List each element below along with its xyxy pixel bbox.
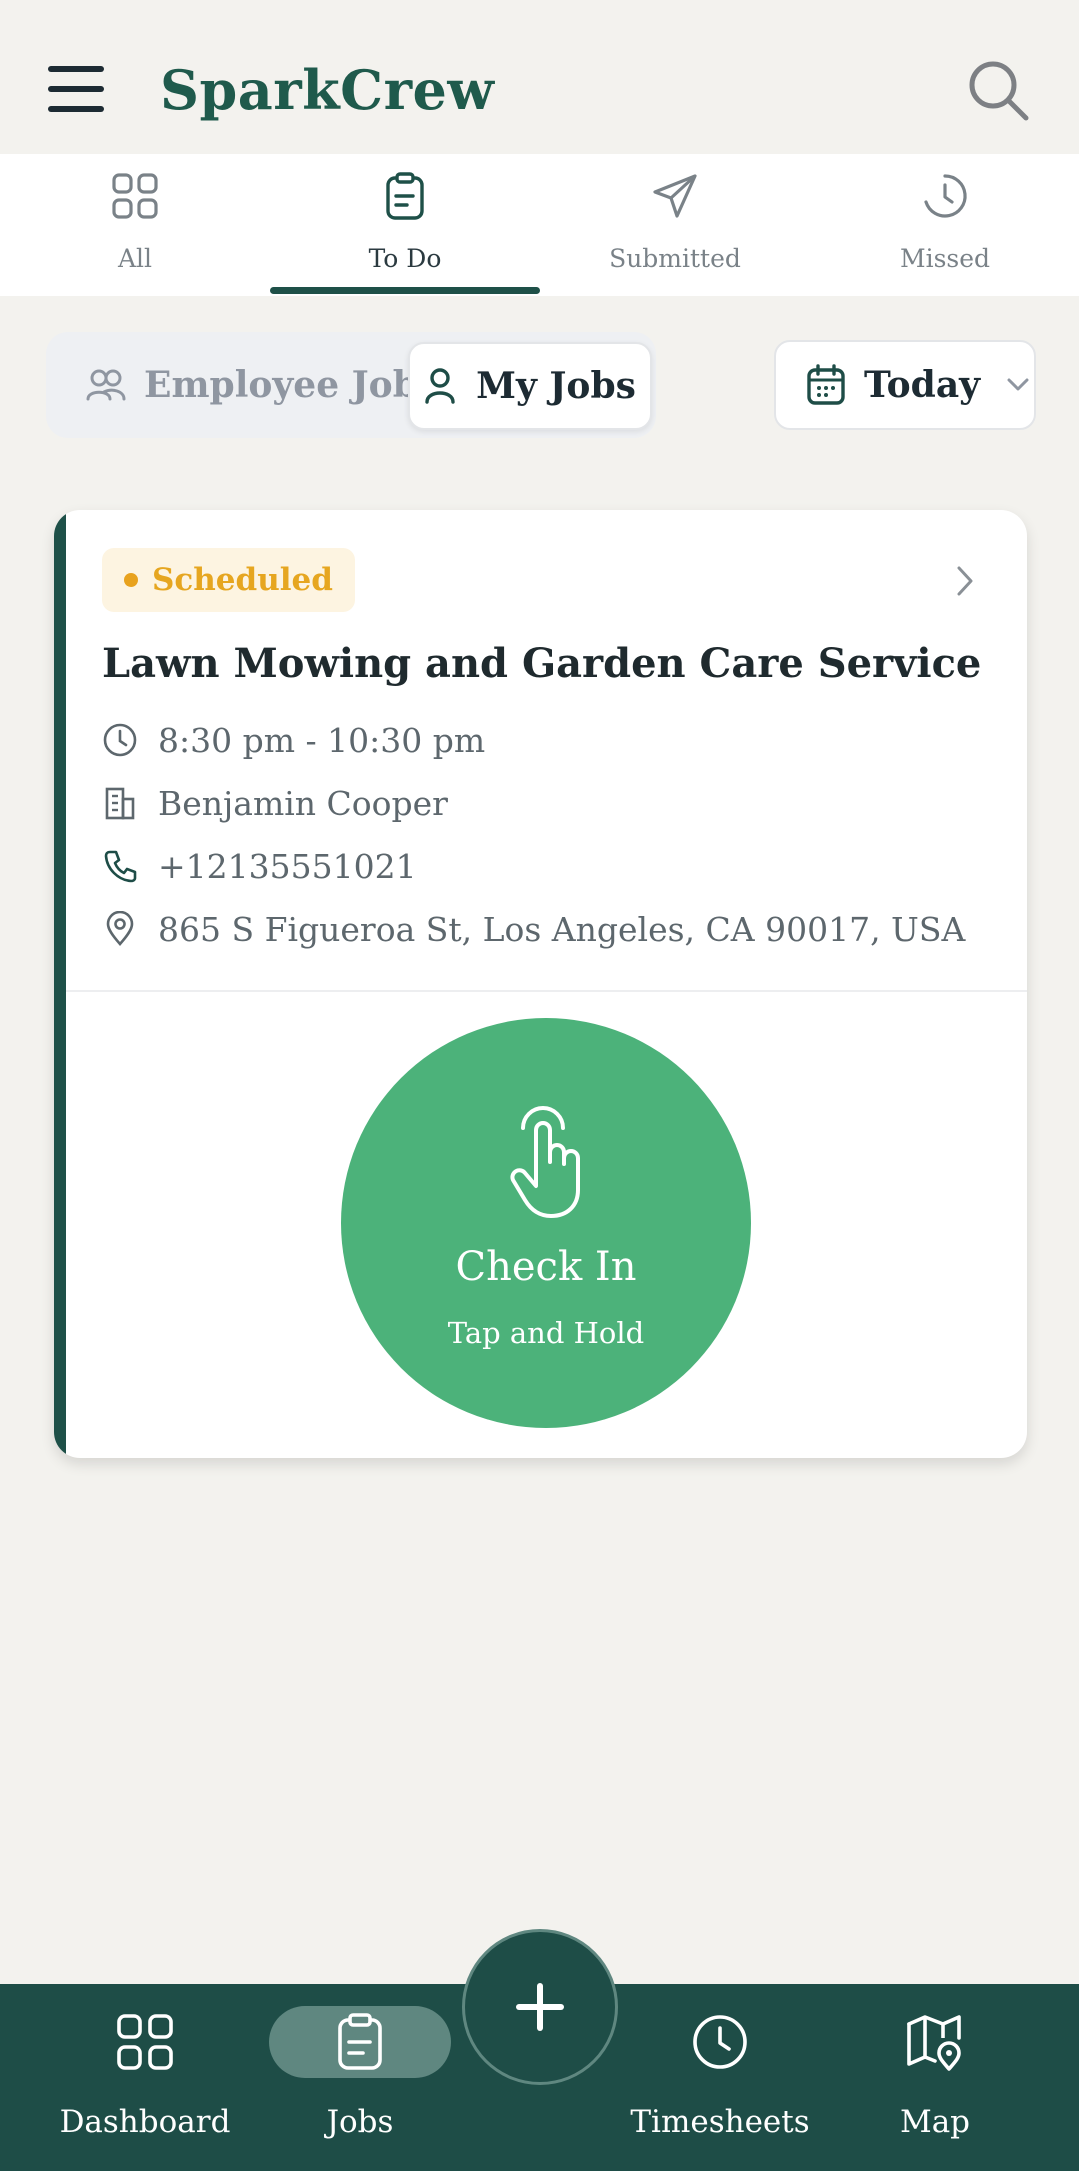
calendar-icon bbox=[807, 364, 845, 405]
nav-label: Dashboard bbox=[59, 2104, 231, 2140]
job-client-row: Benjamin Cooper bbox=[102, 781, 448, 825]
add-button[interactable] bbox=[462, 1929, 618, 2085]
job-title: Lawn Mowing and Garden Care Service bbox=[102, 640, 982, 687]
tab-label: Missed bbox=[899, 244, 991, 273]
phone-icon bbox=[104, 850, 137, 883]
nav-label: Map bbox=[899, 2104, 971, 2140]
nav-label: Timesheets bbox=[630, 2104, 810, 2140]
date-filter-dropdown[interactable]: Today bbox=[774, 340, 1036, 430]
check-in-button[interactable]: Check In Tap and Hold bbox=[341, 1018, 751, 1428]
job-client: Benjamin Cooper bbox=[158, 783, 448, 823]
tap-hand-icon bbox=[510, 1106, 580, 1218]
tab-missed[interactable]: Missed bbox=[810, 154, 1079, 296]
tab-all[interactable]: All bbox=[0, 154, 270, 296]
nav-label: Jobs bbox=[326, 2104, 394, 2140]
nav-item-map[interactable]: Map bbox=[850, 1984, 1020, 2171]
status-dot bbox=[124, 573, 138, 587]
nav-item-timesheets[interactable]: Timesheets bbox=[620, 1984, 820, 2171]
location-pin-icon bbox=[106, 911, 134, 946]
tab-label: Submitted bbox=[609, 244, 741, 273]
job-address: 865 S Figueroa St, Los Angeles, CA 90017… bbox=[158, 909, 966, 949]
nav-item-dashboard[interactable]: Dashboard bbox=[40, 1984, 250, 2171]
card-accent-bar bbox=[54, 510, 66, 1458]
app-header: SparkCrew bbox=[0, 0, 1079, 154]
job-card[interactable]: Scheduled Lawn Mowing and Garden Care Se… bbox=[54, 510, 1027, 1458]
tab-to-do[interactable]: To Do bbox=[270, 154, 540, 296]
date-filter-label: Today bbox=[864, 364, 981, 406]
card-divider bbox=[66, 990, 1027, 992]
hamburger-menu-icon[interactable] bbox=[48, 66, 104, 112]
user-icon bbox=[425, 368, 455, 404]
clipboard-icon bbox=[386, 172, 424, 220]
clock-icon bbox=[103, 723, 137, 757]
check-in-label: Check In bbox=[455, 1244, 637, 1290]
map-pin-icon bbox=[907, 2015, 961, 2071]
job-address-row[interactable]: 865 S Figueroa St, Los Angeles, CA 90017… bbox=[102, 907, 965, 951]
grid-icon bbox=[117, 2014, 173, 2070]
job-phone-row[interactable]: +12135551021 bbox=[102, 844, 417, 888]
jobs-scope-toggle: Employee Jobs My Jobs bbox=[46, 332, 656, 438]
paper-plane-icon bbox=[653, 174, 697, 218]
users-icon bbox=[86, 369, 126, 401]
status-label: Scheduled bbox=[152, 562, 333, 598]
filter-tabs: All To Do Submitted Missed bbox=[0, 154, 1079, 296]
chevron-down-icon bbox=[1007, 378, 1029, 391]
my-jobs-option[interactable]: My Jobs bbox=[408, 342, 652, 430]
app-title: SparkCrew bbox=[160, 58, 495, 122]
clock-history-icon bbox=[924, 174, 967, 218]
active-tab-indicator bbox=[270, 287, 540, 294]
status-badge: Scheduled bbox=[102, 548, 355, 612]
chevron-right-icon[interactable] bbox=[950, 564, 980, 598]
search-icon[interactable] bbox=[966, 58, 1032, 124]
building-icon bbox=[105, 787, 135, 820]
plus-icon bbox=[516, 1983, 564, 2031]
tab-label: All bbox=[117, 244, 153, 273]
my-jobs-label: My Jobs bbox=[476, 365, 636, 407]
clock-icon bbox=[693, 2015, 747, 2069]
job-time: 8:30 pm - 10:30 pm bbox=[158, 720, 486, 760]
job-phone: +12135551021 bbox=[158, 846, 417, 886]
tab-submitted[interactable]: Submitted bbox=[540, 154, 810, 296]
clipboard-icon bbox=[338, 2013, 382, 2070]
nav-item-jobs[interactable]: Jobs bbox=[265, 1984, 455, 2171]
grid-icon bbox=[112, 173, 158, 219]
check-in-hint: Tap and Hold bbox=[447, 1316, 645, 1350]
tab-label: To Do bbox=[368, 244, 442, 273]
employee-jobs-option[interactable]: Employee Jobs bbox=[86, 332, 438, 438]
job-time-row: 8:30 pm - 10:30 pm bbox=[102, 718, 485, 762]
employee-jobs-label: Employee Jobs bbox=[144, 364, 439, 406]
